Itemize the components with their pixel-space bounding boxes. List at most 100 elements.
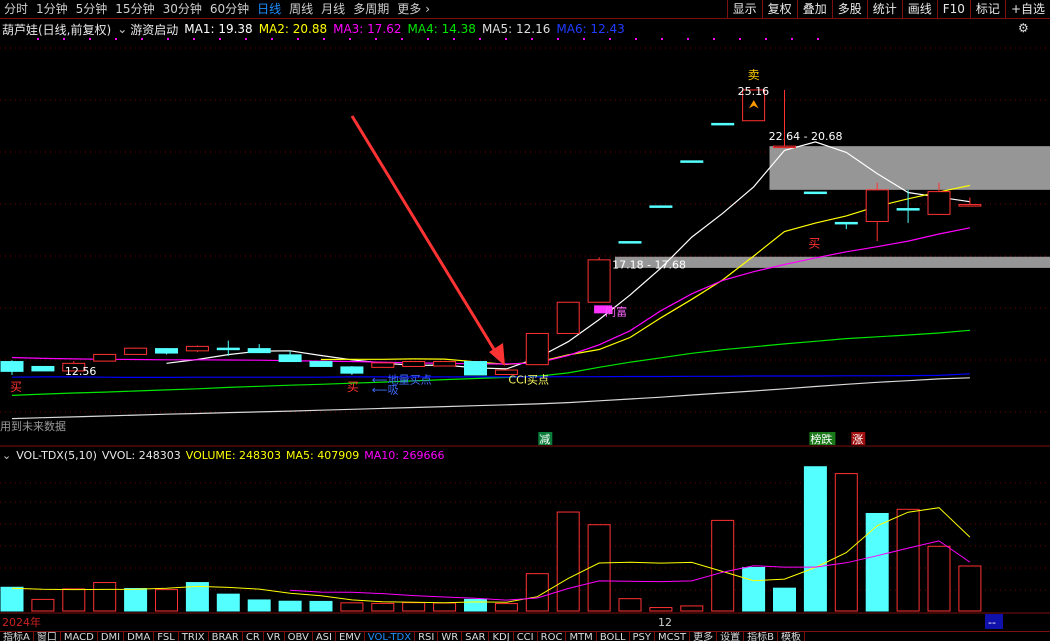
indicator-tab[interactable]: BOLL [597,632,630,641]
indicator-tab[interactable]: CR [243,632,264,641]
volume-bar [927,545,951,612]
indicator-tab[interactable]: VOL-TDX [365,632,416,641]
volume-bar [803,466,827,612]
signal-dot [37,38,39,40]
candle [958,204,982,207]
volume-bar [958,565,982,612]
volume-bar [309,600,333,612]
candle [649,205,673,208]
ma-line-ma5 [11,373,970,378]
signal-dot [817,38,819,40]
indicator-tabs: 指标A 窗口 MACD DMI DMA FSL TRIX BRAR CR VR OBV ASI EMV V… [0,631,1050,641]
candle [155,348,178,354]
volume-bar [773,587,796,612]
indicator-tab[interactable]: PSY [630,632,656,641]
buy-label: 买 [347,380,359,394]
signal-dot [401,38,403,40]
signal-dot [271,38,273,40]
volume-dropdown-icon[interactable]: ⌄ [2,449,11,462]
indicator-tab[interactable]: TRIX [179,632,209,641]
indicator-tab[interactable]: 指标B [744,632,778,641]
volume-bar [62,588,86,612]
signal-dot [479,38,481,40]
buy-label: 买 [10,380,22,394]
indicator-tab[interactable]: KDJ [489,632,514,641]
indicator-tab[interactable]: 更多 [690,632,718,641]
candle [803,191,827,195]
candle [93,353,117,362]
volume-bar [93,582,117,612]
indicator-tab[interactable]: MTM [566,632,597,641]
volume-bar [433,602,457,612]
indicator-tab[interactable]: DMI [98,632,125,641]
volume-indicator-name[interactable]: VOL-TDX(5,10) [16,449,97,462]
indicator-tab[interactable]: ROC [538,632,567,641]
signal-dot [609,38,611,40]
candle [371,362,395,368]
signal-dot [687,38,689,40]
list-tag: 榜跌 [810,432,832,446]
signal-dot [193,38,195,40]
candle [124,347,148,355]
volume-bar [402,602,426,612]
signal-dot [375,38,377,40]
signal-dot [661,38,663,40]
candle [680,160,704,163]
volume-bar [896,508,920,612]
price-zone [769,146,1050,190]
indicator-tab[interactable]: ASI [313,632,336,641]
indicator-tab[interactable]: RSI [415,632,439,641]
indicator-tab[interactable]: FSL [154,632,179,641]
signal-dot [115,38,117,40]
indicator-tab[interactable]: 设置 [717,632,745,641]
indicator-tab[interactable]: VR [264,632,285,641]
indicator-tab[interactable]: OBV [285,632,313,641]
volume-value: VOLUME: 248303 [185,448,282,462]
indicator-tab[interactable]: WR [438,632,463,641]
year-label: 2024年 [2,615,41,629]
indicator-tab[interactable]: SAR [462,632,490,641]
volume-bar [0,586,24,612]
indicator-tab[interactable]: EMV [336,632,365,641]
signal-dot [453,38,455,40]
signal-dot [349,38,351,40]
volume-ma10-value: MA10: 269666 [364,448,445,462]
indicator-tab[interactable]: 指标A [0,632,34,641]
indicator-tab[interactable]: MCST [655,632,691,641]
volume-bar [464,598,487,612]
candle [556,301,580,334]
signal-dot [427,38,429,40]
candle [927,191,951,215]
indicator-tab[interactable]: MACD [61,632,98,641]
volume-bar [247,599,271,612]
volume-bar [494,603,518,612]
candle [31,365,55,372]
candle [340,366,364,374]
candle [309,361,333,367]
indicator-tab[interactable]: BRAR [209,632,243,641]
suck-label: ⟵吸 [372,383,399,396]
indicator-tab[interactable]: DMA [124,632,155,641]
volume-bar [649,607,673,612]
volume-bar [340,602,364,612]
signal-dot [63,38,65,40]
candle [216,347,240,351]
signal-dot [323,38,325,40]
candle [865,189,889,223]
volume-bar [680,605,704,612]
candle [896,208,920,211]
sell-arrow-icon: ⮝ [749,97,759,111]
signal-dot [245,38,247,40]
indicator-tab[interactable]: 模板 [778,632,805,641]
indicator-tab[interactable]: CCI [514,632,538,641]
volume-bar [155,589,178,612]
signal-dot [531,38,533,40]
kline-chart: 22.64 - 20.6817.18 - 17.6825.1612.56卖⮝买买… [0,38,1050,629]
candle [464,361,487,376]
signal-dot [167,38,169,40]
sell-label: 卖 [748,68,760,82]
current-marker: -- [988,616,996,629]
future-data-label: 用到未来数据 [0,419,66,433]
candle [834,221,858,225]
indicator-tab[interactable]: 窗口 [34,632,61,641]
